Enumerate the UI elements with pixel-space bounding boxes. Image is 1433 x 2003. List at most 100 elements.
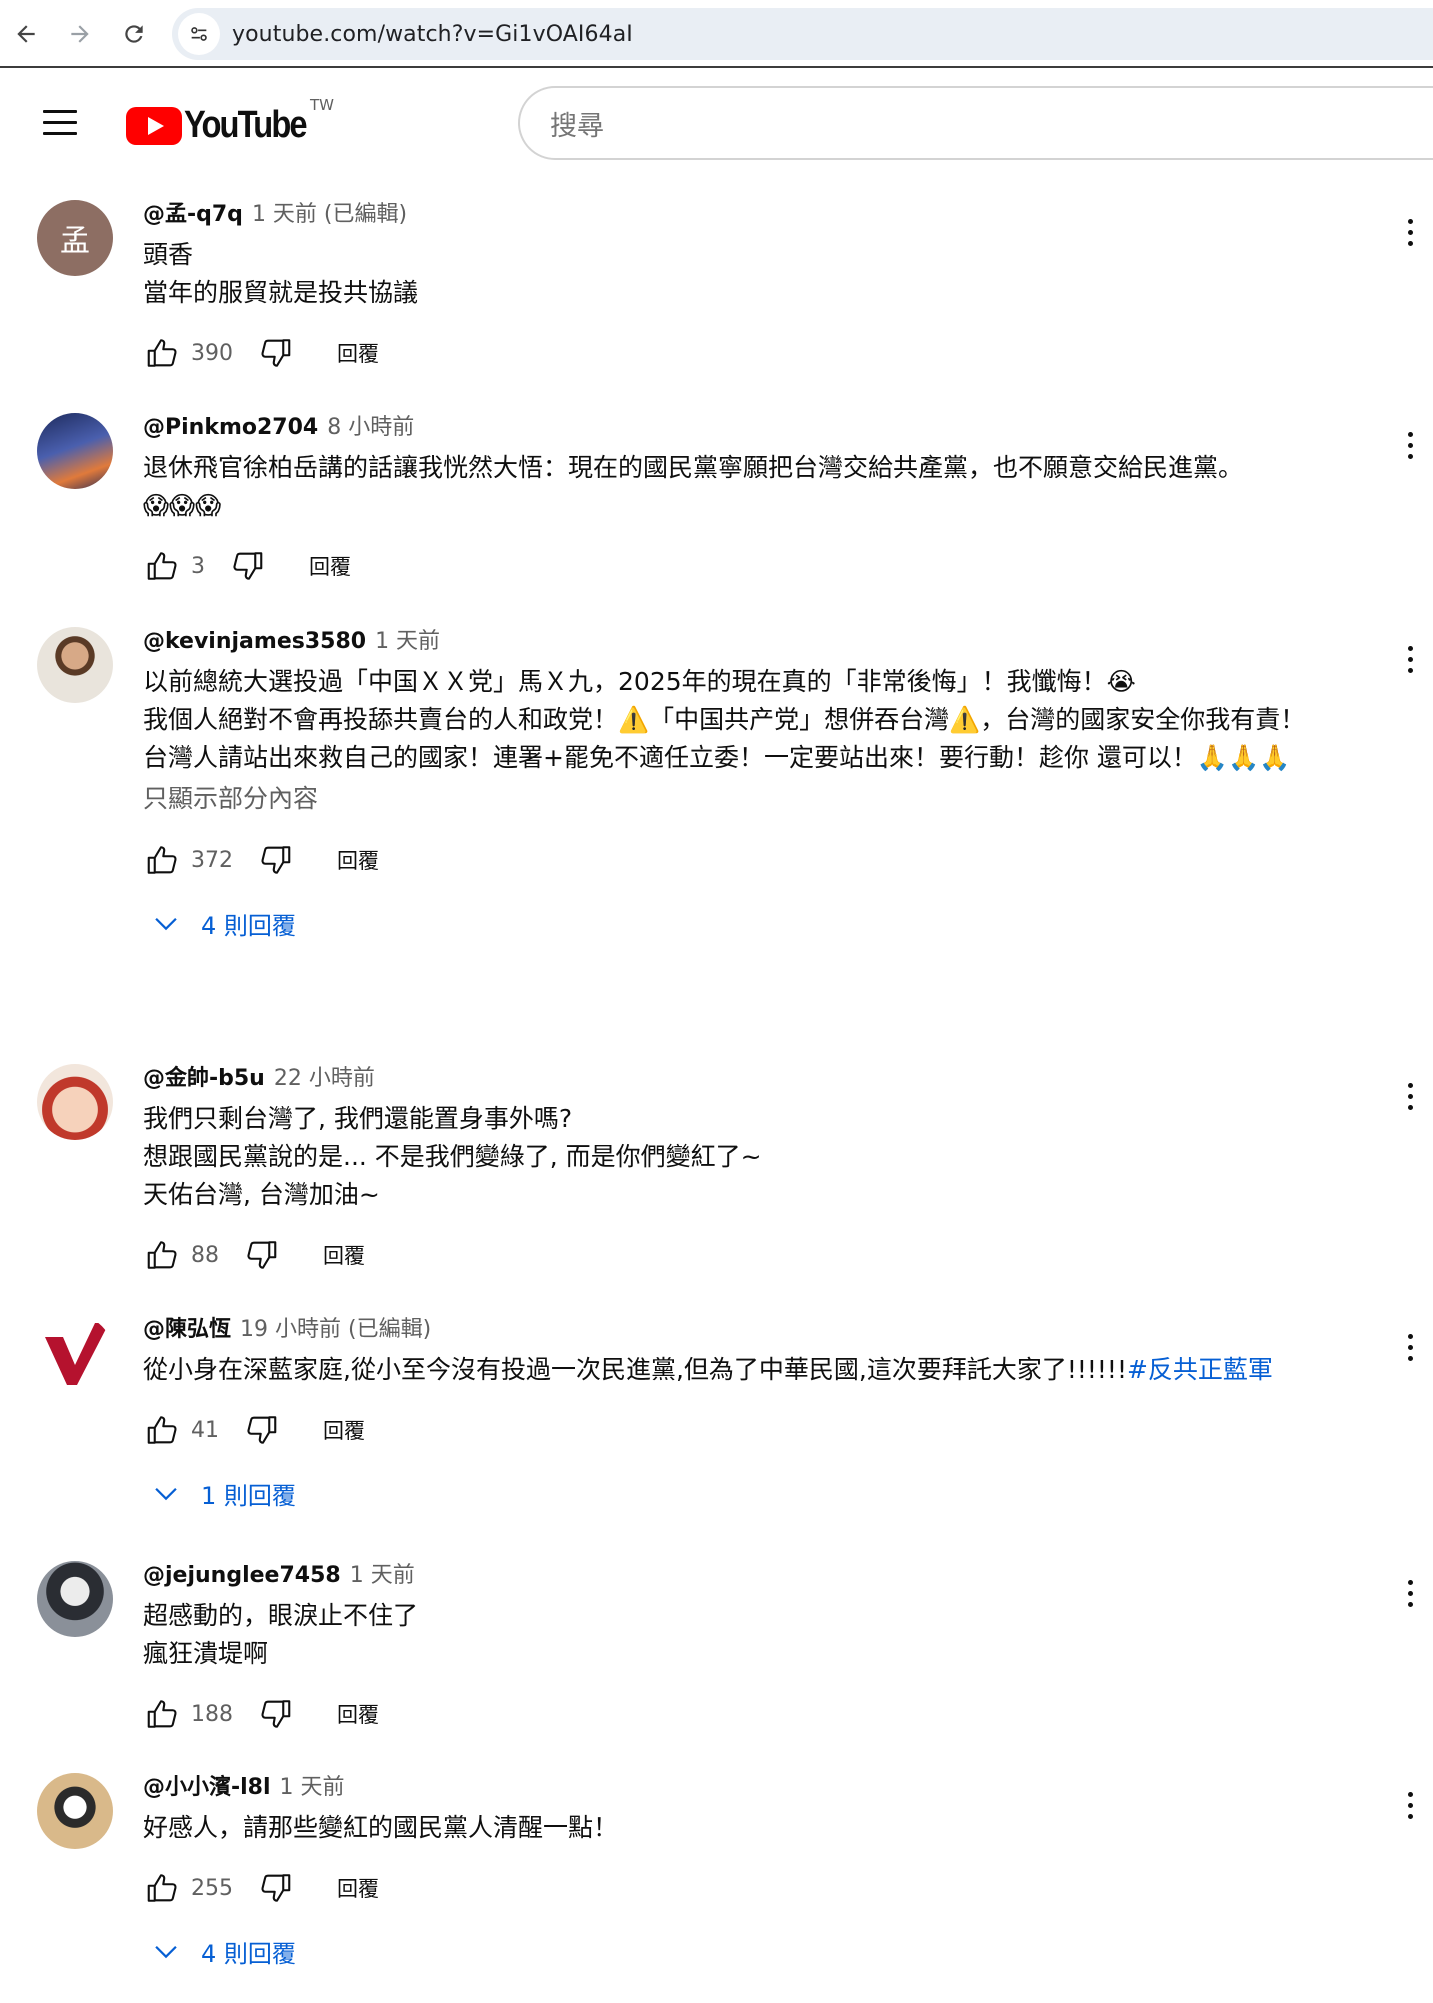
more-actions-icon[interactable] xyxy=(1390,212,1430,252)
search-placeholder: 搜尋 xyxy=(550,110,604,142)
address-bar[interactable]: youtube.com/watch?v=Gi1vOAI64aI xyxy=(172,8,1433,60)
comment-header: @kevinjames3580 1 天前 xyxy=(143,627,1323,657)
browser-toolbar: youtube.com/watch?v=Gi1vOAI64aI xyxy=(0,0,1433,68)
comment-actions: 3 回覆 xyxy=(143,543,1323,589)
comment-body: @金帥-b5u 22 小時前 我們只剩台灣了, 我們還能置身事外嗎? 想跟國民黨… xyxy=(143,1064,1413,1278)
thumbs-down-icon xyxy=(233,552,263,580)
reload-button[interactable] xyxy=(112,12,156,56)
dislike-button[interactable] xyxy=(255,1694,295,1734)
comment-time[interactable]: 19 小時前 (已編輯) xyxy=(240,1315,431,1345)
comment-body: @陳弘恆 19 小時前 (已編輯) 從小身在深藍家庭,從小至今沒有投過一次民進黨… xyxy=(143,1315,1413,1515)
like-count: 3 xyxy=(191,553,205,579)
comment-author[interactable]: @陳弘恆 xyxy=(143,1315,231,1345)
comment-actions: 88 回覆 xyxy=(143,1232,1323,1278)
comment-time[interactable]: 1 天前 xyxy=(350,1561,415,1591)
replies-count: 4 則回覆 xyxy=(201,911,296,940)
comment-author[interactable]: @孟-q7q xyxy=(143,200,243,230)
like-button[interactable] xyxy=(143,1410,183,1450)
comment-text: 我們只剩台灣了, 我們還能置身事外嗎? 想跟國民黨說的是... 不是我們變綠了,… xyxy=(143,1104,762,1209)
comment-actions: 390 回覆 xyxy=(143,330,1323,376)
like-button[interactable] xyxy=(143,1694,183,1734)
comment-author[interactable]: @小小濱-l8l xyxy=(143,1773,271,1803)
like-count: 390 xyxy=(191,340,233,366)
avatar[interactable] xyxy=(37,627,113,703)
avatar[interactable] xyxy=(37,1561,113,1637)
reply-button[interactable]: 回覆 xyxy=(309,551,351,581)
like-count: 88 xyxy=(191,1242,219,1268)
chevron-down-icon xyxy=(155,917,177,931)
dislike-button[interactable] xyxy=(255,333,295,373)
avatar[interactable] xyxy=(37,1064,113,1140)
replies-count: 1 則回覆 xyxy=(201,1481,296,1510)
comment-author[interactable]: @kevinjames3580 xyxy=(143,627,366,657)
dislike-button[interactable] xyxy=(255,840,295,880)
view-replies-button[interactable]: 4 則回覆 xyxy=(143,901,1323,945)
like-button[interactable] xyxy=(143,546,183,586)
thumbs-down-icon xyxy=(247,1416,277,1444)
reply-button[interactable]: 回覆 xyxy=(337,1873,379,1903)
reply-button[interactable]: 回覆 xyxy=(323,1240,365,1270)
search-input[interactable]: 搜尋 xyxy=(518,86,1433,160)
avatar-letter: 孟 xyxy=(60,224,90,259)
comment-author[interactable]: @Pinkmo2704 xyxy=(143,413,318,443)
comment-body: @jejunglee7458 1 天前 超感動的，眼淚止不住了 瘋狂潰堤啊 18… xyxy=(143,1561,1413,1737)
forward-button[interactable] xyxy=(58,12,102,56)
like-count: 255 xyxy=(191,1875,233,1901)
comment-actions: 255 回覆 xyxy=(143,1865,1323,1911)
like-count: 41 xyxy=(191,1417,219,1443)
more-actions-icon[interactable] xyxy=(1390,1076,1430,1116)
check-logo-icon xyxy=(45,1323,109,1385)
avatar[interactable] xyxy=(37,413,113,489)
read-more-link[interactable]: 只顯示部分內容 xyxy=(143,779,1323,819)
comment-text-body: 從小身在深藍家庭,從小至今沒有投過一次民進黨,但為了中華民國,這次要拜託大家了!… xyxy=(143,1355,1127,1384)
comment-author[interactable]: @金帥-b5u xyxy=(143,1064,265,1094)
comment-header: @金帥-b5u 22 小時前 xyxy=(143,1064,1323,1094)
dislike-button[interactable] xyxy=(241,1410,281,1450)
reply-button[interactable]: 回覆 xyxy=(337,845,379,875)
comment-time[interactable]: 1 天前 xyxy=(280,1773,345,1803)
avatar[interactable] xyxy=(37,1315,113,1391)
avatar[interactable] xyxy=(37,1773,113,1849)
comment-body: @Pinkmo2704 8 小時前 退休飛官徐柏岳講的話讓我恍然大悟：現在的國民… xyxy=(143,413,1413,589)
thumbs-up-icon xyxy=(147,1700,177,1728)
thumbs-up-icon xyxy=(147,1416,177,1444)
like-button[interactable] xyxy=(143,1868,183,1908)
youtube-logo[interactable]: YouTube xyxy=(126,104,326,147)
comment-actions: 41 回覆 xyxy=(143,1407,1323,1453)
more-actions-icon[interactable] xyxy=(1390,425,1430,465)
comment-body: @kevinjames3580 1 天前 以前總統大選投過「中国ＸＸ党」馬Ｘ九，… xyxy=(143,627,1413,945)
arrow-left-icon xyxy=(17,25,35,43)
url-text[interactable]: youtube.com/watch?v=Gi1vOAI64aI xyxy=(232,22,633,47)
comment-text: 以前總統大選投過「中国ＸＸ党」馬Ｘ九，2025年的現在真的「非常後悔」！我懺悔！… xyxy=(143,667,1306,772)
more-actions-icon[interactable] xyxy=(1390,1327,1430,1367)
comment-time[interactable]: 1 天前 (已編輯) xyxy=(252,200,407,230)
thumbs-up-icon xyxy=(147,846,177,874)
reply-button[interactable]: 回覆 xyxy=(337,1699,379,1729)
dislike-button[interactable] xyxy=(241,1235,281,1275)
reply-button[interactable]: 回覆 xyxy=(337,338,379,368)
dislike-button[interactable] xyxy=(227,546,267,586)
view-replies-button[interactable]: 1 則回覆 xyxy=(143,1471,1323,1515)
more-actions-icon[interactable] xyxy=(1390,1785,1430,1825)
more-actions-icon[interactable] xyxy=(1390,639,1430,679)
like-button[interactable] xyxy=(143,840,183,880)
dislike-button[interactable] xyxy=(255,1868,295,1908)
thumbs-up-icon xyxy=(147,339,177,367)
comment-time[interactable]: 1 天前 xyxy=(375,627,440,657)
comment-time[interactable]: 22 小時前 xyxy=(274,1064,375,1094)
like-count: 372 xyxy=(191,847,233,873)
reply-button[interactable]: 回覆 xyxy=(323,1415,365,1445)
menu-icon[interactable] xyxy=(40,100,84,144)
comment-time[interactable]: 8 小時前 xyxy=(327,413,414,443)
thumbs-down-icon xyxy=(261,846,291,874)
like-button[interactable] xyxy=(143,333,183,373)
site-info-button[interactable] xyxy=(178,13,220,55)
avatar[interactable]: 孟 xyxy=(37,200,113,276)
like-button[interactable] xyxy=(143,1235,183,1275)
tune-icon xyxy=(191,27,207,41)
more-actions-icon[interactable] xyxy=(1390,1573,1430,1613)
back-button[interactable] xyxy=(4,12,48,56)
view-replies-button[interactable]: 4 則回覆 xyxy=(143,1929,1323,1973)
comment-author[interactable]: @jejunglee7458 xyxy=(143,1561,341,1591)
hashtag-link[interactable]: #反共正藍軍 xyxy=(1127,1355,1273,1384)
